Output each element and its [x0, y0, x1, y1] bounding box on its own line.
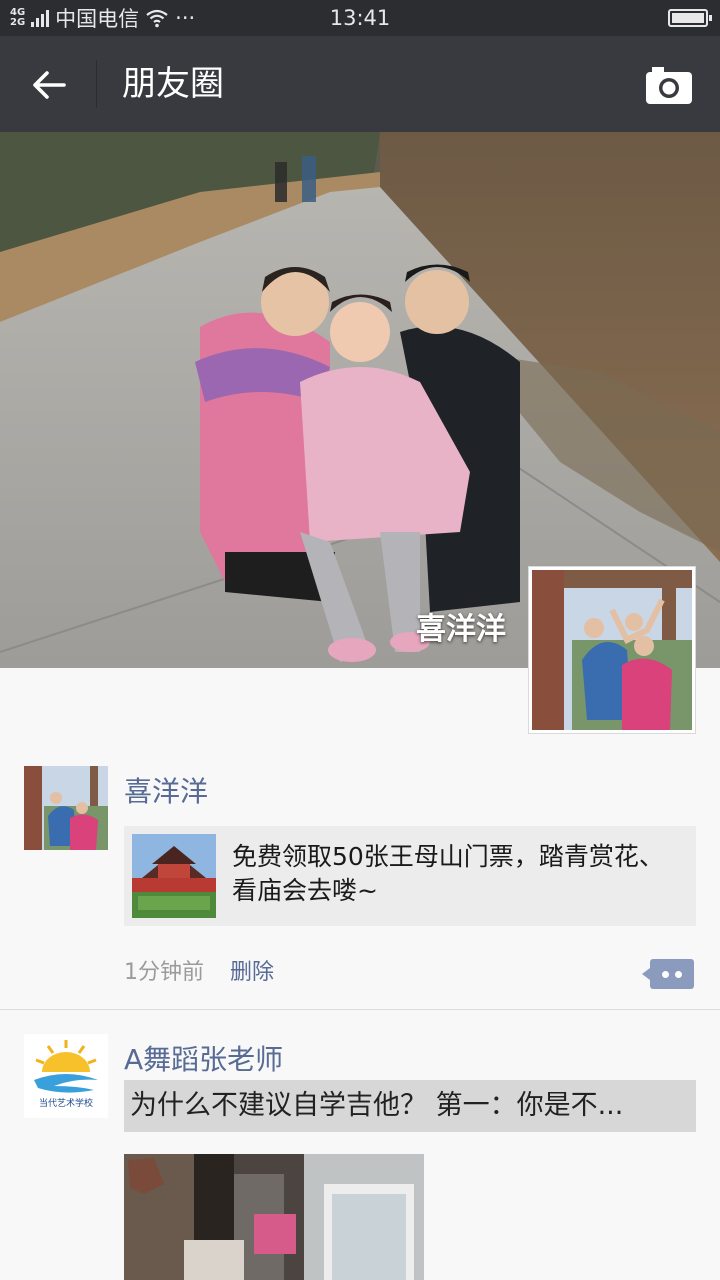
post-author-name[interactable]: A舞蹈张老师	[124, 1038, 283, 1078]
profile-avatar[interactable]	[528, 566, 696, 734]
post-text[interactable]: 为什么不建议自学吉他？ 第一：你是不...	[124, 1080, 696, 1132]
shared-link-card[interactable]: 免费领取50张王母山门票，踏青赏花、看庙会去喽~	[124, 826, 696, 926]
comment-dots-icon	[662, 970, 669, 978]
post-author-avatar[interactable]	[24, 766, 108, 850]
status-bar: 4G 2G 中国电信 ··· 13:41	[0, 0, 720, 36]
nav-divider	[96, 60, 97, 108]
moment-post: 喜洋洋 免费领取50张王母山门票，踏青赏花、看庙会去喽~ 1分钟前 删除	[0, 766, 720, 1010]
post-author-avatar[interactable]: 当代艺术学校	[24, 1034, 108, 1118]
post-timestamp: 1分钟前	[124, 960, 204, 985]
comment-button[interactable]	[642, 959, 694, 989]
post-author-name[interactable]: 喜洋洋	[124, 770, 208, 810]
avatar-caption: 当代艺术学校	[38, 1099, 93, 1109]
status-time: 13:41	[329, 6, 391, 30]
profile-name: 喜洋洋	[416, 612, 506, 647]
delete-button[interactable]: 删除	[230, 954, 274, 986]
post-image[interactable]	[124, 1154, 424, 1280]
back-arrow-icon	[33, 71, 66, 99]
post-divider	[0, 1009, 720, 1010]
back-button[interactable]	[22, 58, 76, 112]
moment-post: 当代艺术学校 A舞蹈张老师 为什么不建议自学吉他？ 第一：你是不...	[0, 1034, 720, 1280]
link-thumbnail	[132, 834, 216, 918]
battery-icon	[668, 9, 712, 27]
page-title: 朋友圈	[122, 64, 224, 104]
camera-button[interactable]	[644, 62, 694, 108]
nav-bar: 朋友圈	[0, 36, 720, 132]
link-title: 免费领取50张王母山门票，踏青赏花、看庙会去喽~	[232, 842, 664, 905]
camera-icon	[646, 67, 692, 104]
